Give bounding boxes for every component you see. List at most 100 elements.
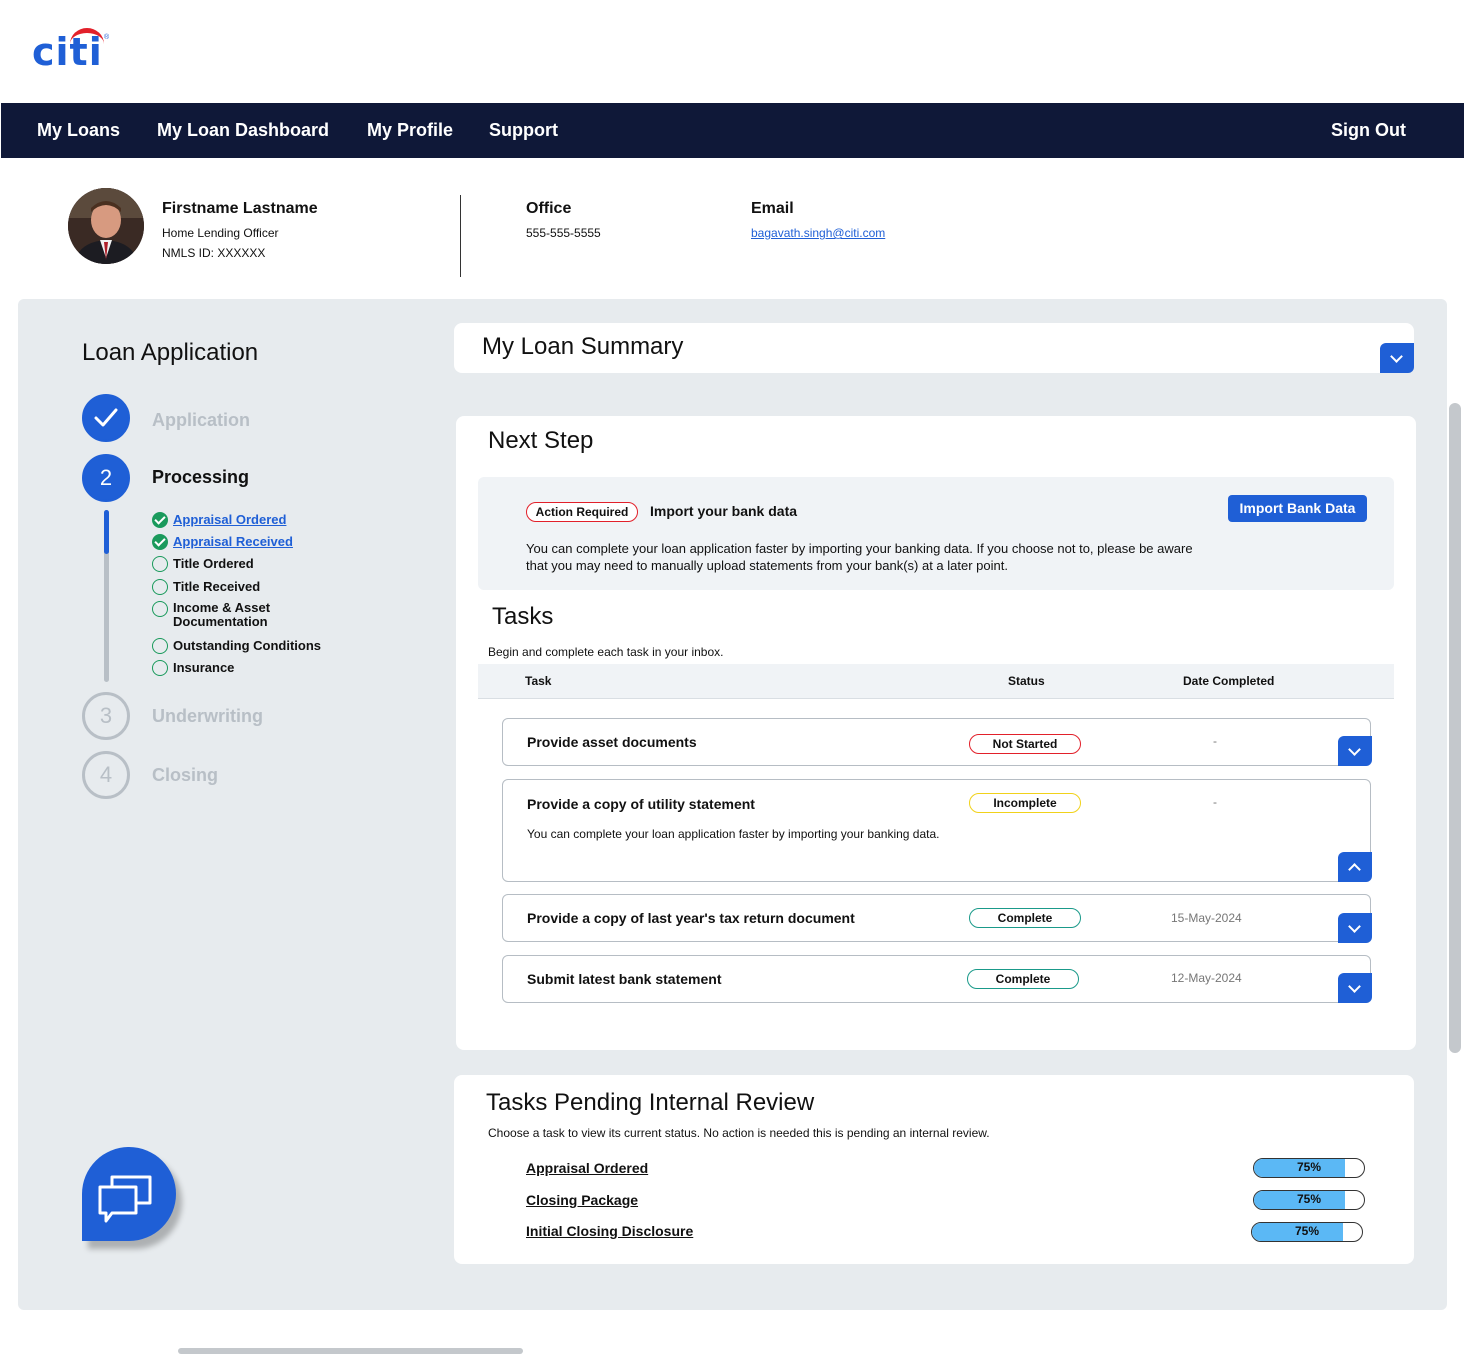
substep-label: Title Received xyxy=(173,579,261,594)
step-application-circle xyxy=(82,394,130,442)
task-name: Provide asset documents xyxy=(527,734,697,750)
column-header-status: Status xyxy=(1008,674,1045,688)
task-expand-button[interactable] xyxy=(1338,736,1372,766)
progress-label: 75% xyxy=(1296,1160,1322,1174)
chevron-down-icon xyxy=(1348,743,1361,756)
next-step-description: You can complete your loan application f… xyxy=(526,541,1193,573)
loan-summary-expand-button[interactable] xyxy=(1380,343,1414,373)
sign-out-link[interactable]: Sign Out xyxy=(1331,103,1406,158)
officer-nmls: NMLS ID: XXXXXX xyxy=(162,246,266,260)
step-processing-circle: 2 xyxy=(82,454,130,502)
substep-title-received: Title Received xyxy=(152,579,260,595)
task-date: 15-May-2024 xyxy=(1171,911,1242,925)
top-navbar: My Loans My Loan Dashboard My Profile Su… xyxy=(1,103,1464,158)
step-closing-label[interactable]: Closing xyxy=(152,765,218,786)
office-label: Office xyxy=(526,200,572,217)
substep-label[interactable]: Appraisal Received xyxy=(173,534,293,549)
pending-review-subtitle: Choose a task to view its current status… xyxy=(488,1126,990,1140)
officer-avatar xyxy=(68,188,144,264)
task-expand-button[interactable] xyxy=(1338,913,1372,943)
progress-bar: 75% xyxy=(1253,1190,1365,1210)
status-badge: Not Started xyxy=(969,734,1081,754)
chevron-down-icon xyxy=(1348,920,1361,933)
progress-bar: 75% xyxy=(1251,1222,1363,1242)
empty-circle-icon xyxy=(152,660,168,676)
nav-my-loans[interactable]: My Loans xyxy=(37,103,120,158)
empty-circle-icon xyxy=(152,556,168,572)
task-row[interactable]: Provide a copy of last year's tax return… xyxy=(502,894,1372,943)
step-closing-circle: 4 xyxy=(82,751,130,799)
chat-bubbles-icon xyxy=(98,1175,152,1223)
citi-logo[interactable]: citi ® xyxy=(32,28,112,74)
step-underwriting-circle: 3 xyxy=(82,692,130,740)
empty-circle-icon xyxy=(152,638,168,654)
chevron-down-icon xyxy=(1390,350,1403,363)
task-date: 12-May-2024 xyxy=(1171,971,1242,985)
chevron-up-icon xyxy=(1348,863,1361,876)
column-header-task: Task xyxy=(525,674,552,688)
logo-registered-mark: ® xyxy=(104,34,110,41)
substep-title-ordered: Title Ordered xyxy=(152,556,254,572)
substep-outstanding-conditions: Outstanding Conditions xyxy=(152,638,321,654)
next-step-title: Next Step xyxy=(488,427,594,454)
task-name: Provide a copy of last year's tax return… xyxy=(527,910,855,926)
status-badge: Complete xyxy=(967,969,1079,989)
empty-circle-icon xyxy=(152,601,168,617)
officer-divider xyxy=(460,195,461,277)
import-bank-data-button[interactable]: Import Bank Data xyxy=(1228,495,1367,522)
logo-text: citi xyxy=(32,30,103,74)
email-label: Email xyxy=(751,200,794,217)
loan-application-title: Loan Application xyxy=(82,339,259,366)
check-circle-icon xyxy=(152,512,168,528)
substep-label: Title Ordered xyxy=(173,556,254,571)
step-underwriting-label[interactable]: Underwriting xyxy=(152,706,263,727)
vertical-scrollbar[interactable] xyxy=(1449,403,1461,1053)
task-date: - xyxy=(1213,795,1217,809)
task-expand-button[interactable] xyxy=(1338,973,1372,1003)
pending-item-initial-closing-disclosure[interactable]: Initial Closing Disclosure xyxy=(526,1223,693,1239)
pending-item-closing-package[interactable]: Closing Package xyxy=(526,1192,638,1208)
chevron-down-icon xyxy=(1348,980,1361,993)
task-detail: You can complete your loan application f… xyxy=(527,827,940,841)
substep-label[interactable]: Appraisal Ordered xyxy=(173,512,286,527)
pending-review-title: Tasks Pending Internal Review xyxy=(486,1089,815,1116)
tasks-title: Tasks xyxy=(492,603,554,630)
loan-summary-title: My Loan Summary xyxy=(482,333,684,360)
substep-label: Insurance xyxy=(173,660,235,675)
horizontal-scrollbar[interactable] xyxy=(178,1348,523,1354)
substep-income-asset: Income & Asset Documentation xyxy=(152,601,282,629)
nav-my-loan-dashboard[interactable]: My Loan Dashboard xyxy=(157,103,329,158)
progress-label: 75% xyxy=(1296,1192,1322,1206)
task-row[interactable]: Submit latest bank statement Complete 12… xyxy=(502,955,1372,1003)
step-application-label[interactable]: Application xyxy=(152,410,250,431)
step-processing-label[interactable]: Processing xyxy=(152,467,249,488)
nav-support[interactable]: Support xyxy=(489,103,558,158)
next-step-heading: Import your bank data xyxy=(650,503,798,519)
status-badge: Complete xyxy=(969,908,1081,928)
nav-my-profile[interactable]: My Profile xyxy=(367,103,453,158)
substep-label: Income & Asset Documentation xyxy=(173,600,271,629)
loan-summary-card[interactable]: My Loan Summary xyxy=(454,323,1414,373)
task-row[interactable]: Provide asset documents Not Started - xyxy=(502,718,1372,766)
status-badge: Incomplete xyxy=(969,793,1081,813)
substep-appraisal-received[interactable]: Appraisal Received xyxy=(152,534,293,550)
officer-name: Firstname Lastname xyxy=(162,200,318,217)
substep-insurance: Insurance xyxy=(152,660,234,676)
tasks-subtitle: Begin and complete each task in your inb… xyxy=(488,645,724,659)
task-name: Provide a copy of utility statement xyxy=(527,796,755,812)
tasks-table-header: Task Status Date Completed xyxy=(478,664,1394,699)
chat-button[interactable] xyxy=(82,1147,176,1241)
substep-appraisal-ordered[interactable]: Appraisal Ordered xyxy=(152,512,286,528)
check-circle-icon xyxy=(152,534,168,550)
progress-track-fill xyxy=(104,510,109,554)
empty-circle-icon xyxy=(152,579,168,595)
officer-email-link[interactable]: bagavath.singh@citi.com xyxy=(751,226,885,240)
pending-item-appraisal-ordered[interactable]: Appraisal Ordered xyxy=(526,1160,648,1176)
officer-avatar-image xyxy=(68,188,144,264)
progress-bar: 75% xyxy=(1253,1158,1365,1178)
action-required-badge: Action Required xyxy=(526,502,638,522)
progress-label: 75% xyxy=(1294,1224,1320,1238)
task-row[interactable]: Provide a copy of utility statement Inco… xyxy=(502,779,1372,882)
officer-title: Home Lending Officer xyxy=(162,226,279,240)
task-collapse-button[interactable] xyxy=(1338,852,1372,882)
